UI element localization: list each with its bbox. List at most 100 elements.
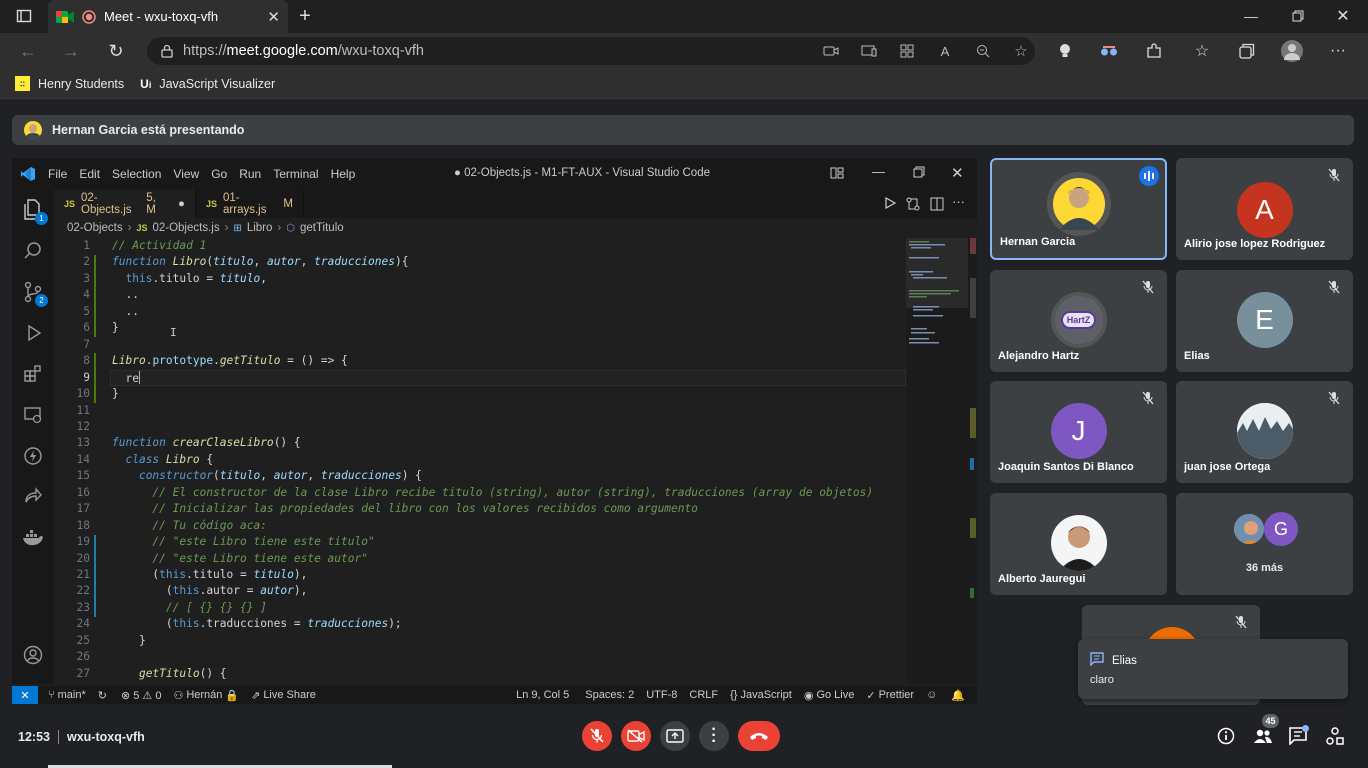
menu-run[interactable]: Run [233,167,267,181]
minimap[interactable] [906,238,977,684]
activities-icon[interactable] [1325,726,1345,746]
language-mode[interactable]: {} JavaScript [730,689,792,701]
live-share-icon[interactable] [21,485,45,509]
menu-go[interactable]: Go [205,167,233,181]
present-screen-button[interactable] [660,721,690,751]
breadcrumb-symbol-gettitulo[interactable]: getTitulo [300,222,344,234]
read-aloud-icon[interactable]: A [931,44,959,59]
liveshare-user[interactable]: ⚇ Hernán 🔒 [173,689,239,702]
search-icon[interactable] [21,239,45,263]
mic-muted-icon [1235,615,1247,629]
camera-status-icon[interactable] [817,45,845,57]
participant-tile-hernan[interactable]: Hernan Garcia [990,158,1167,260]
line-number: 25 [76,633,90,647]
more-actions-icon[interactable]: ··· [952,194,965,209]
vscode-minimize-icon[interactable]: — [872,164,885,179]
breadcrumb-file[interactable]: 02-Objects.js [152,222,219,234]
extensions-view-icon[interactable] [21,362,45,386]
tab-badge: 5, M [146,192,156,216]
apps-icon[interactable] [893,44,921,58]
reload-icon[interactable]: ↻ [106,41,126,61]
unsaved-dot-icon[interactable]: ● [178,198,185,210]
code-editor[interactable]: 1 2 3 4 5 6 7 8 9 10 11 12 13 14 15 16 17 18 19 20 21 22 23 24 2… [54,238,906,684]
explorer-icon[interactable]: 1 [21,198,48,225]
participant-tile-elias[interactable]: E Elias [1176,270,1353,372]
meeting-details-icon[interactable] [1216,726,1236,746]
feedback-icon[interactable]: ☺ [926,689,937,701]
extension-bulb-icon[interactable] [1056,41,1074,61]
participant-tile-alejandro[interactable]: HartZ Alejandro Hartz [990,270,1167,372]
tab-01-arrays[interactable]: JS 01-arrays.js M [196,190,304,218]
zoom-icon[interactable] [969,44,997,58]
js-file-icon: JS [206,199,218,209]
cast-icon[interactable] [855,45,883,57]
people-icon[interactable] [1252,726,1274,746]
menu-help[interactable]: Help [325,167,362,181]
back-icon[interactable]: ← [18,41,38,61]
breadcrumb-folder[interactable]: 02-Objects [67,222,123,234]
settings-more-icon[interactable]: ··· [1328,40,1348,62]
tab-02-objects[interactable]: JS 02-Objects.js 5, M ● [54,190,196,218]
problems-indicator[interactable]: ⊗ 5 ⚠ 0 [121,689,161,702]
accounts-icon[interactable] [21,643,45,667]
minimize-window-icon[interactable]: — [1242,6,1260,26]
leave-call-button[interactable] [738,721,780,751]
run-debug-icon[interactable] [21,321,45,345]
bookmark-js-visualizer[interactable]: Ui JavaScript Visualizer [140,77,275,91]
tab-actions-icon[interactable] [14,7,34,25]
new-tab-button[interactable]: + [294,5,316,27]
extensions-icon[interactable] [1144,41,1164,61]
favorite-star-icon[interactable]: ☆ [1007,42,1035,60]
extension-glasses-icon[interactable] [1099,41,1119,61]
thunder-client-icon[interactable] [21,444,45,468]
vscode-restore-icon[interactable] [913,166,925,178]
sync-icon[interactable]: ↻ [98,689,107,702]
participant-tile-joaquin[interactable]: J Joaquin Santos Di Blanco [990,381,1167,483]
bookmark-henry[interactable]: :: Henry Students [15,76,124,91]
live-share-button[interactable]: ⇗ Live Share [251,689,316,702]
notifications-bell-icon[interactable]: 🔔 [951,689,965,702]
remote-explorer-icon[interactable] [21,403,45,427]
docker-icon[interactable] [21,526,45,550]
end-of-line[interactable]: CRLF [689,689,718,701]
more-options-button[interactable]: · · · [699,721,729,751]
favorites-icon[interactable]: ☆ [1192,41,1212,61]
participant-tile-alirio[interactable]: A Alirio jose lopez Rodriguez [1176,158,1353,260]
menu-edit[interactable]: Edit [73,167,106,181]
restore-window-icon[interactable] [1289,6,1307,26]
forward-icon[interactable]: → [61,41,81,61]
camera-toggle-button[interactable] [621,721,651,751]
indentation[interactable]: Spaces: 2 [585,689,634,701]
go-live-button[interactable]: ◉ Go Live [804,689,855,702]
breadcrumb-symbol-libro[interactable]: Libro [247,222,273,234]
collections-icon[interactable] [1237,41,1257,61]
encoding[interactable]: UTF-8 [646,689,677,701]
line-number: 20 [76,551,90,565]
compare-changes-icon[interactable] [906,197,920,211]
menu-file[interactable]: File [42,167,73,181]
prettier-status[interactable]: ✓ Prettier [866,689,914,702]
git-branch[interactable]: ⑂ main* [48,689,86,701]
close-window-icon[interactable]: ✕ [1334,5,1352,27]
close-tab-icon[interactable]: ✕ [267,8,280,26]
menu-view[interactable]: View [167,167,205,181]
layout-icon[interactable] [830,166,844,180]
more-participants-tile[interactable]: G 36 más [1176,493,1353,595]
participant-tile-juan[interactable]: juan jose Ortega [1176,381,1353,483]
split-editor-icon[interactable] [930,197,944,211]
chat-notification-toast[interactable]: Elias claro [1078,639,1348,699]
tab-label: 01-arrays.js [223,192,267,216]
participant-tile-alberto[interactable]: Alberto Jauregui [990,493,1167,595]
vscode-close-icon[interactable]: ✕ [951,164,964,182]
code-line: // El constructor de la clase Libro reci… [112,485,874,499]
menu-terminal[interactable]: Terminal [267,167,324,181]
cursor-position[interactable]: Ln 9, Col 5 [516,689,569,701]
profile-avatar[interactable] [1281,40,1303,62]
source-control-icon[interactable]: 2 [21,280,48,307]
mic-toggle-button[interactable] [582,721,612,751]
run-file-icon[interactable] [884,197,896,209]
remote-indicator-icon[interactable]: ✕ [12,686,38,704]
browser-tab-meet[interactable]: Meet - wxu-toxq-vfh ✕ [48,0,288,33]
address-bar[interactable]: https://meet.google.com/wxu-toxq-vfh A ☆ [147,37,1035,65]
menu-selection[interactable]: Selection [106,167,167,181]
